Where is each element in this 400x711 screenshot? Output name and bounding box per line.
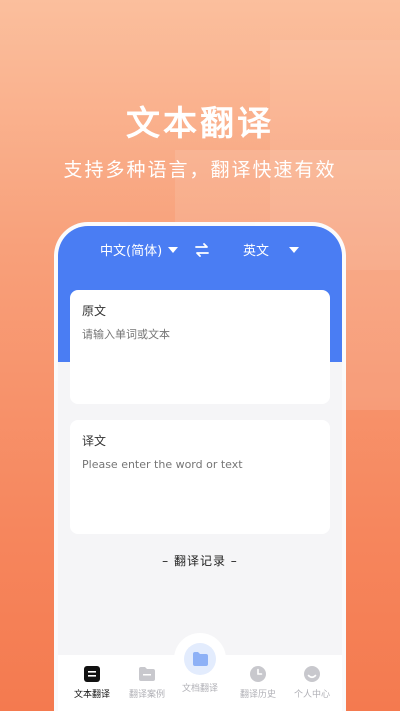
tab-label: 文档翻译 [181,684,218,694]
target-text-card: 译文 [70,420,330,534]
chevron-down-icon [168,246,179,253]
text-translate-icon [84,666,100,682]
target-language-label: 英文 [243,244,270,259]
tab-translation-history[interactable]: 翻译历史 [230,665,286,700]
tab-label: 文本翻译 [73,690,110,700]
hero-title: 文本翻译 [126,104,274,144]
tab-document-translate[interactable]: 文档翻译 [172,643,228,694]
source-text-input[interactable] [82,328,322,341]
hero-subtitle: 支持多种语言，翻译快速有效 [63,159,337,181]
language-bar: 中文(简体) 英文 [58,240,342,264]
history-link[interactable]: – 翻译记录 – [58,552,342,569]
clock-icon [250,666,266,682]
tab-label: 翻译历史 [239,690,276,700]
smiley-icon [304,666,320,682]
source-language-select[interactable]: 中文(简体) [100,240,179,259]
bottom-tab-bar: 文本翻译 翻译案例 文档翻译 翻译历史 个人中心 [58,633,342,711]
chevron-down-icon [289,246,300,253]
tab-label: 个人中心 [293,690,330,700]
target-text-output[interactable] [82,458,322,471]
folder-icon [139,667,155,681]
tab-label: 翻译案例 [128,690,165,700]
source-language-label: 中文(简体) [100,244,163,259]
source-label: 原文 [82,304,107,318]
tab-translation-cases[interactable]: 翻译案例 [119,665,175,700]
phone-mockup: 中文(简体) 英文 原文 译文 – 翻译记录 – [54,222,346,711]
target-label: 译文 [82,434,107,448]
swap-icon[interactable] [194,242,210,262]
tab-text-translate[interactable]: 文本翻译 [64,665,120,700]
document-icon [184,643,216,675]
source-text-card: 原文 [70,290,330,404]
target-language-select[interactable]: 英文 [243,240,300,259]
tab-profile[interactable]: 个人中心 [284,665,340,700]
